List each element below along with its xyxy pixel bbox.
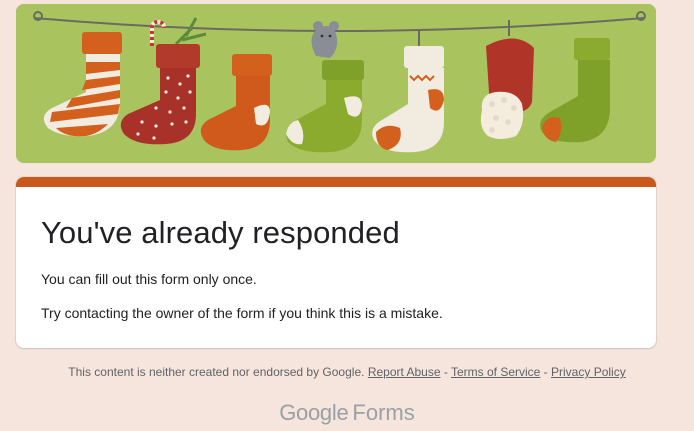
forms-wordmark: Forms bbox=[352, 400, 415, 425]
disclaimer-text: This content is neither created nor endo… bbox=[68, 365, 365, 379]
card-accent-bar bbox=[16, 177, 656, 187]
footer-separator: - bbox=[440, 365, 451, 379]
privacy-policy-link[interactable]: Privacy Policy bbox=[551, 365, 626, 379]
info-message: You can fill out this form only once. bbox=[41, 271, 257, 287]
google-forms-logo[interactable]: Google Forms bbox=[0, 400, 694, 426]
terms-of-service-link[interactable]: Terms of Service bbox=[451, 365, 540, 379]
page-title: You've already responded bbox=[41, 215, 400, 250]
footer-separator: - bbox=[540, 365, 552, 379]
report-abuse-link[interactable]: Report Abuse bbox=[368, 365, 441, 379]
help-message: Try contacting the owner of the form if … bbox=[41, 305, 443, 321]
footer: This content is neither created nor endo… bbox=[0, 365, 694, 379]
google-wordmark: Google bbox=[279, 400, 349, 425]
response-card: You've already responded You can fill ou… bbox=[16, 177, 656, 348]
header-banner-image bbox=[16, 4, 656, 163]
